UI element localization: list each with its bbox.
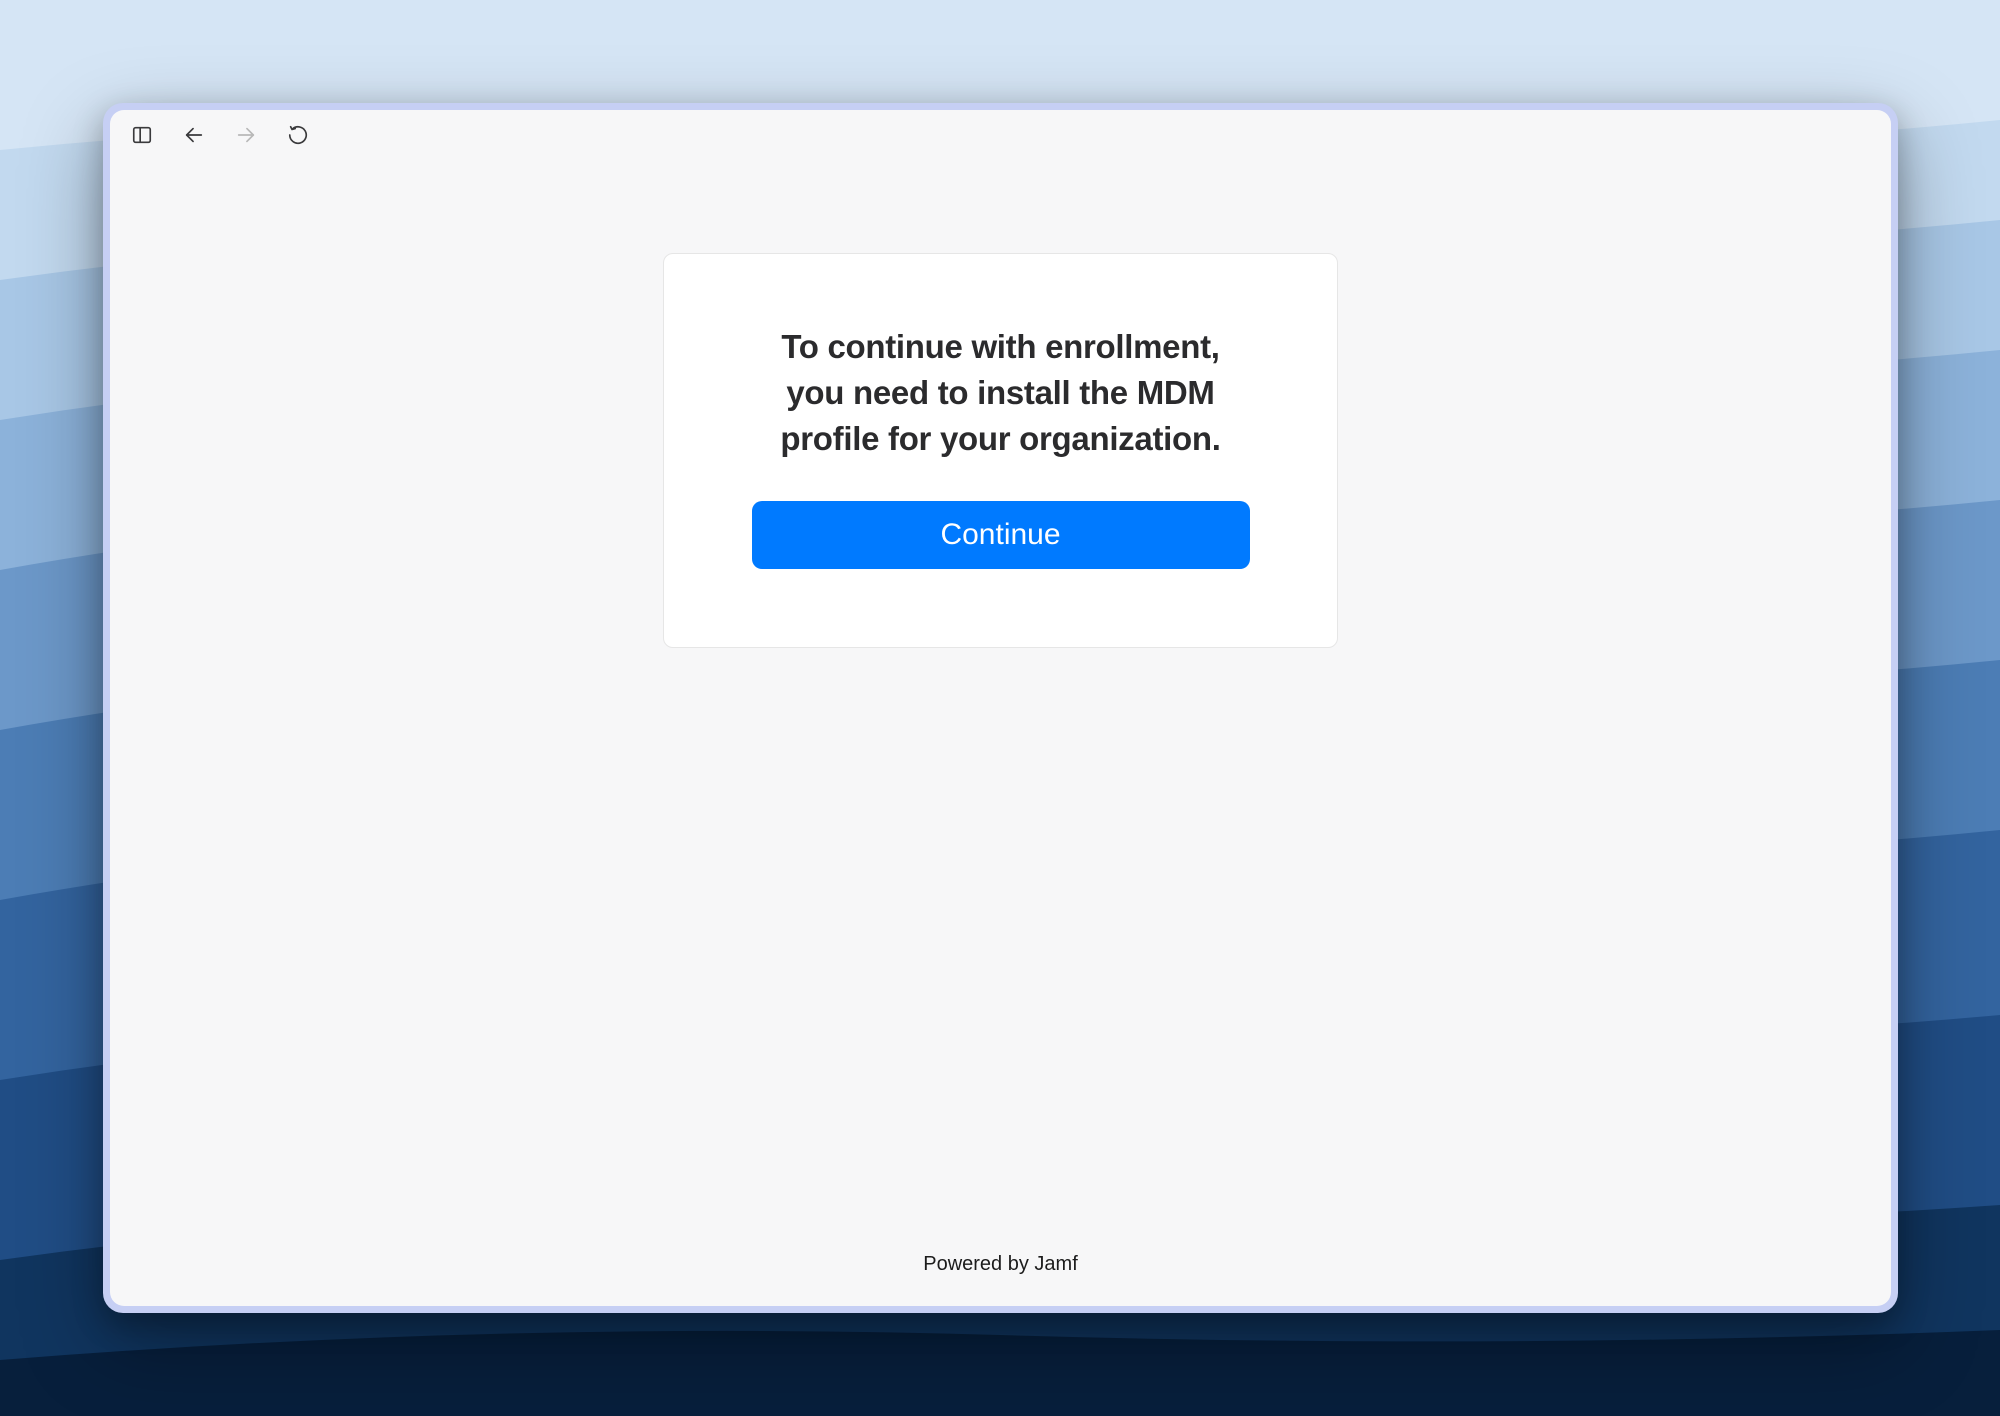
sidebar-toggle-icon[interactable] [130, 123, 154, 147]
reload-button-icon[interactable] [286, 123, 310, 147]
browser-window: To continue with enrollment, you need to… [103, 103, 1898, 1313]
footer-text: Powered by Jamf [110, 1253, 1891, 1276]
forward-button-icon [234, 123, 258, 147]
enrollment-heading: To continue with enrollment, you need to… [750, 324, 1251, 463]
page-content: To continue with enrollment, you need to… [110, 160, 1891, 1306]
continue-button[interactable]: Continue [752, 501, 1250, 569]
browser-toolbar [110, 110, 1891, 160]
enrollment-card: To continue with enrollment, you need to… [663, 253, 1338, 648]
back-button-icon[interactable] [182, 123, 206, 147]
browser-content: To continue with enrollment, you need to… [110, 110, 1891, 1306]
